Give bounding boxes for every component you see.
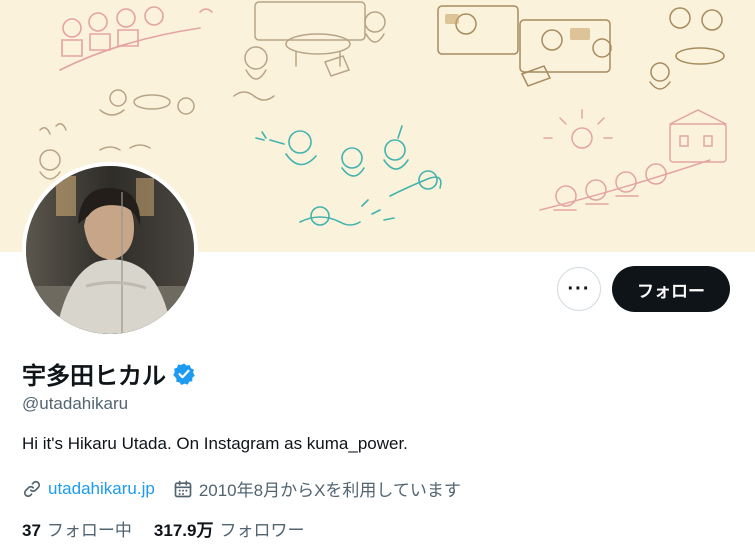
website-item[interactable]: utadahikaru.jp	[22, 479, 155, 499]
profile-bio: Hi it's Hikaru Utada. On Instagram as ku…	[22, 434, 408, 453]
display-name: 宇多田ヒカル	[22, 363, 166, 390]
joined-item: 2010年8月からXを利用しています	[173, 476, 461, 501]
followers-link[interactable]: 317.9万 フォロワー	[154, 516, 305, 541]
more-options-button[interactable]: ···	[557, 267, 601, 311]
more-icon: ···	[567, 277, 591, 300]
website-link[interactable]: utadahikaru.jp	[48, 479, 155, 499]
profile-avatar[interactable]	[22, 162, 198, 338]
follow-button-label: フォロー	[637, 281, 705, 301]
calendar-icon	[174, 480, 192, 497]
avatar-photo	[26, 166, 194, 334]
profile-stats: 37 フォロー中 317.9万 フォロワー	[22, 516, 326, 541]
profile-meta: utadahikaru.jp 2010年8月からXを利用しています	[22, 476, 479, 501]
link-icon	[23, 480, 41, 497]
following-link[interactable]: 37 フォロー中	[22, 516, 132, 541]
follow-button[interactable]: フォロー	[612, 266, 730, 312]
profile-name-row: 宇多田ヒカル	[22, 356, 196, 391]
verified-badge-icon[interactable]	[172, 362, 196, 386]
followers-label: フォロワー	[219, 521, 305, 540]
joined-date: 2010年8月からXを利用しています	[198, 481, 461, 500]
following-label: フォロー中	[46, 521, 132, 540]
followers-count: 317.9万	[153, 521, 214, 540]
profile-handle: @utadahikaru	[22, 394, 129, 413]
following-count: 37	[22, 521, 41, 540]
